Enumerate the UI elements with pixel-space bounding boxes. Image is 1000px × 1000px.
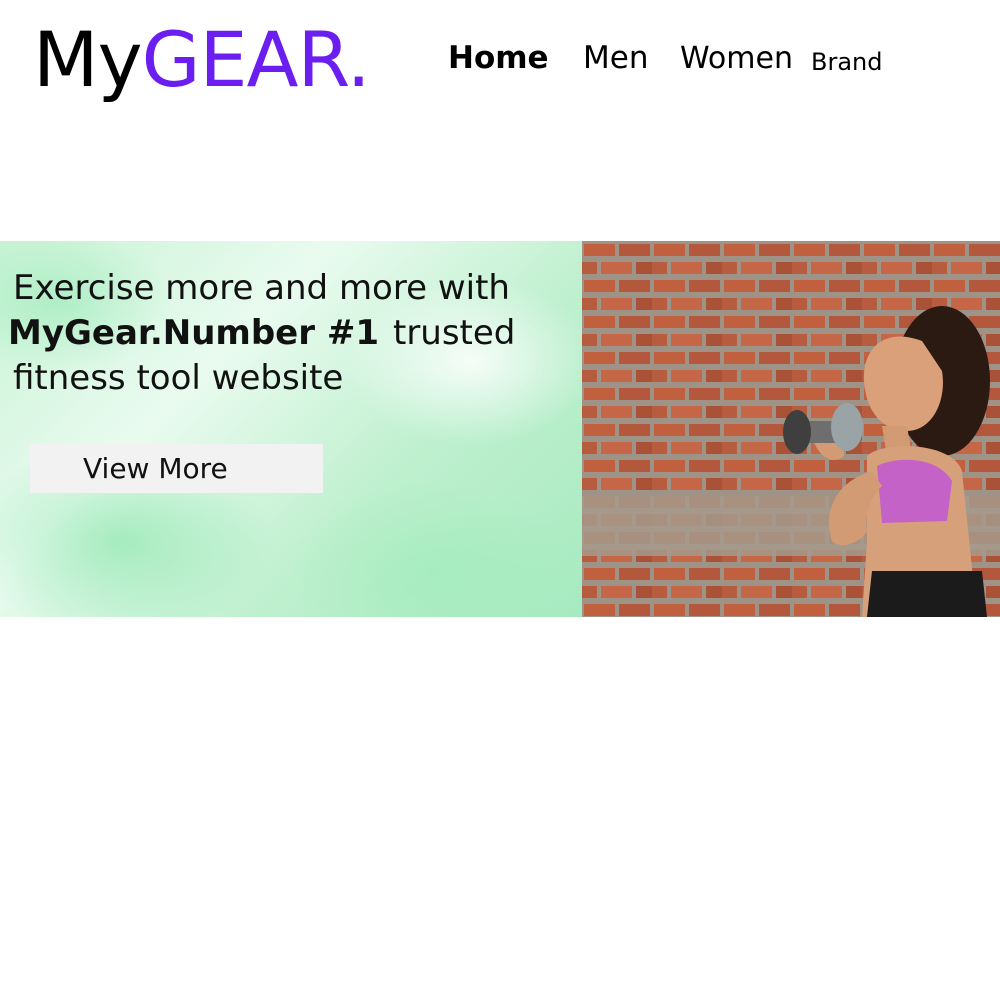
fitness-woman-image [582, 241, 1000, 617]
hero-headline-brand: MyGear.Number #1 [8, 313, 379, 353]
hero-text-panel: Exercise more and more with MyGear.Numbe… [0, 241, 582, 617]
hero-banner: Exercise more and more with MyGear.Numbe… [0, 241, 1000, 617]
hero-headline-line-2: MyGear.Number #1 trusted [8, 311, 515, 356]
page: MyGEAR. Home Men Women Brand Exercise mo… [0, 0, 1000, 1000]
nav-link-women[interactable]: Women [680, 41, 793, 76]
logo-gear-text: GEAR. [141, 15, 371, 104]
hero-headline-line-1: Exercise more and more with [13, 268, 510, 308]
view-more-button[interactable]: View More [30, 444, 323, 493]
hero-photo [582, 241, 1000, 617]
hero-headline: Exercise more and more with MyGear.Numbe… [8, 266, 515, 401]
hero-headline-line-2-rest: trusted [392, 313, 516, 353]
nav-link-brand[interactable]: Brand [811, 48, 882, 76]
site-logo[interactable]: MyGEAR. [33, 14, 371, 106]
hero-headline-line-3: fitness tool website [13, 358, 344, 398]
nav-link-men[interactable]: Men [583, 40, 648, 76]
nav-link-home[interactable]: Home [448, 40, 549, 76]
logo-my-text: My [33, 15, 143, 104]
